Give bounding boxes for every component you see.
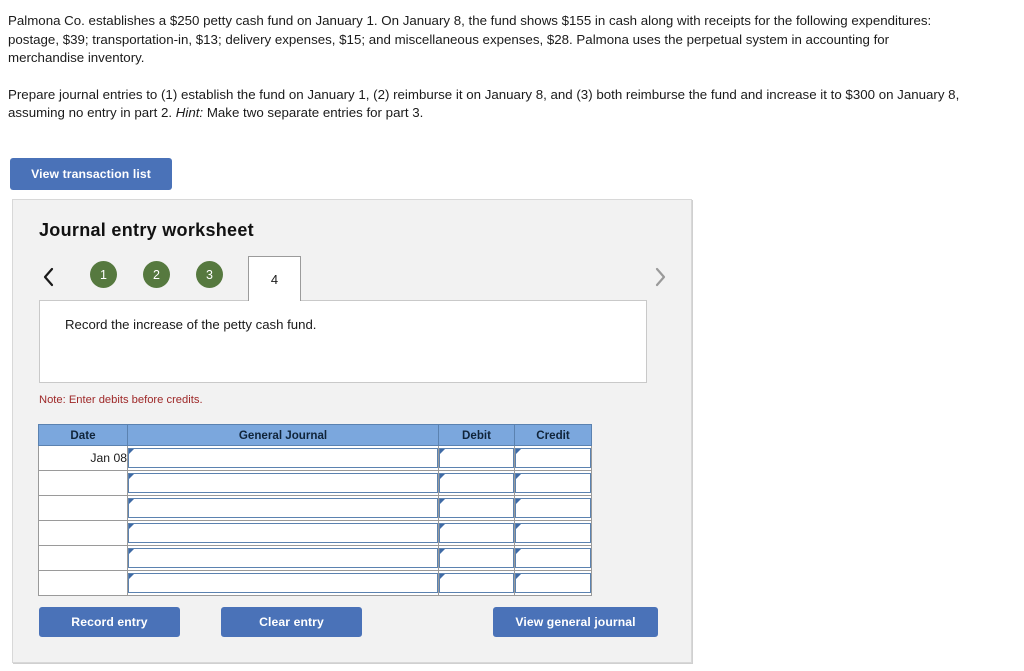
dropdown-marker-icon (516, 499, 521, 504)
worksheet-tab-1-label: 1 (100, 267, 107, 282)
clear-entry-button[interactable]: Clear entry (221, 607, 362, 637)
panel-title: Journal entry worksheet (39, 220, 254, 240)
table-row: Jan 08 (38, 445, 592, 471)
date-cell[interactable] (38, 470, 128, 496)
journal-entry-table: Date General Journal Debit Credit Jan 08 (38, 424, 592, 596)
dropdown-marker-icon (129, 499, 134, 504)
credit-input[interactable] (515, 498, 591, 518)
table-row (38, 545, 592, 571)
chevron-left-icon[interactable] (37, 262, 59, 292)
column-header-credit: Credit (514, 424, 592, 446)
credit-cell (514, 495, 592, 521)
dropdown-marker-icon (440, 524, 445, 529)
chevron-right-icon[interactable] (649, 262, 671, 292)
date-cell[interactable]: Jan 08 (38, 445, 128, 471)
column-header-date: Date (38, 424, 128, 446)
general-journal-input[interactable] (128, 448, 438, 468)
dropdown-marker-icon (516, 524, 521, 529)
debit-cell (438, 495, 515, 521)
journal-entry-worksheet-panel: Journal entry worksheet 1 2 3 4 Record t… (12, 199, 692, 663)
dropdown-marker-icon (129, 574, 134, 579)
worksheet-tabs: 1 2 3 4 (37, 256, 671, 301)
debit-cell (438, 520, 515, 546)
record-entry-button[interactable]: Record entry (39, 607, 180, 637)
credit-cell (514, 520, 592, 546)
general-journal-cell (127, 495, 439, 521)
debit-input[interactable] (439, 523, 514, 543)
credit-cell (514, 470, 592, 496)
entry-prompt-box: Record the increase of the petty cash fu… (39, 300, 647, 383)
debit-input[interactable] (439, 473, 514, 493)
dropdown-marker-icon (440, 549, 445, 554)
credit-input[interactable] (515, 573, 591, 593)
credit-input[interactable] (515, 548, 591, 568)
date-cell[interactable] (38, 545, 128, 571)
debit-cell (438, 545, 515, 571)
entry-prompt-text: Record the increase of the petty cash fu… (65, 317, 317, 332)
date-cell[interactable] (38, 495, 128, 521)
table-header-row: Date General Journal Debit Credit (38, 424, 592, 446)
problem-paragraph-2-text-after-hint: Make two separate entries for part 3. (203, 105, 424, 120)
general-journal-input[interactable] (128, 473, 438, 493)
debit-input[interactable] (439, 498, 514, 518)
dropdown-marker-icon (129, 549, 134, 554)
debit-cell (438, 570, 515, 596)
dropdown-marker-icon (129, 474, 134, 479)
dropdown-marker-icon (440, 499, 445, 504)
general-journal-cell (127, 445, 439, 471)
problem-paragraph-2-text-before-hint: Prepare journal entries to (1) establish… (8, 86, 960, 121)
general-journal-cell (127, 570, 439, 596)
credit-cell (514, 445, 592, 471)
general-journal-input[interactable] (128, 573, 438, 593)
worksheet-tab-1[interactable]: 1 (90, 261, 117, 288)
general-journal-input[interactable] (128, 498, 438, 518)
date-cell[interactable] (38, 570, 128, 596)
general-journal-cell (127, 520, 439, 546)
worksheet-tab-2[interactable]: 2 (143, 261, 170, 288)
problem-paragraph-1: Palmona Co. establishes a $250 petty cas… (8, 13, 932, 65)
view-general-journal-button[interactable]: View general journal (493, 607, 658, 637)
debit-cell (438, 445, 515, 471)
problem-statement: Palmona Co. establishes a $250 petty cas… (8, 12, 968, 123)
debit-input[interactable] (439, 548, 514, 568)
hint-label: Hint: (175, 105, 204, 120)
credit-input[interactable] (515, 523, 591, 543)
dropdown-marker-icon (440, 574, 445, 579)
debit-cell (438, 470, 515, 496)
debits-before-credits-note: Note: Enter debits before credits. (39, 394, 203, 406)
table-row (38, 520, 592, 546)
general-journal-input[interactable] (128, 523, 438, 543)
date-cell[interactable] (38, 520, 128, 546)
view-transaction-list-button[interactable]: View transaction list (10, 158, 172, 190)
worksheet-tab-4-label: 4 (270, 271, 279, 287)
dropdown-marker-icon (440, 449, 445, 454)
dropdown-marker-icon (516, 549, 521, 554)
column-header-general-journal: General Journal (127, 424, 439, 446)
general-journal-cell (127, 545, 439, 571)
dropdown-marker-icon (129, 524, 134, 529)
column-header-debit: Debit (438, 424, 515, 446)
table-row (38, 495, 592, 521)
dropdown-marker-icon (516, 449, 521, 454)
worksheet-tab-3-label: 3 (206, 267, 213, 282)
dropdown-marker-icon (440, 474, 445, 479)
debit-input[interactable] (439, 573, 514, 593)
credit-cell (514, 545, 592, 571)
worksheet-tab-3[interactable]: 3 (196, 261, 223, 288)
credit-cell (514, 570, 592, 596)
problem-paragraph-2: Prepare journal entries to (1) establish… (8, 86, 968, 123)
dropdown-marker-icon (516, 574, 521, 579)
dropdown-marker-icon (516, 474, 521, 479)
credit-input[interactable] (515, 473, 591, 493)
credit-input[interactable] (515, 448, 591, 468)
table-row (38, 570, 592, 596)
general-journal-cell (127, 470, 439, 496)
general-journal-input[interactable] (128, 548, 438, 568)
worksheet-tab-4-active[interactable]: 4 (248, 256, 301, 301)
debit-input[interactable] (439, 448, 514, 468)
worksheet-tab-2-label: 2 (153, 267, 160, 282)
table-row (38, 470, 592, 496)
dropdown-marker-icon (129, 449, 134, 454)
